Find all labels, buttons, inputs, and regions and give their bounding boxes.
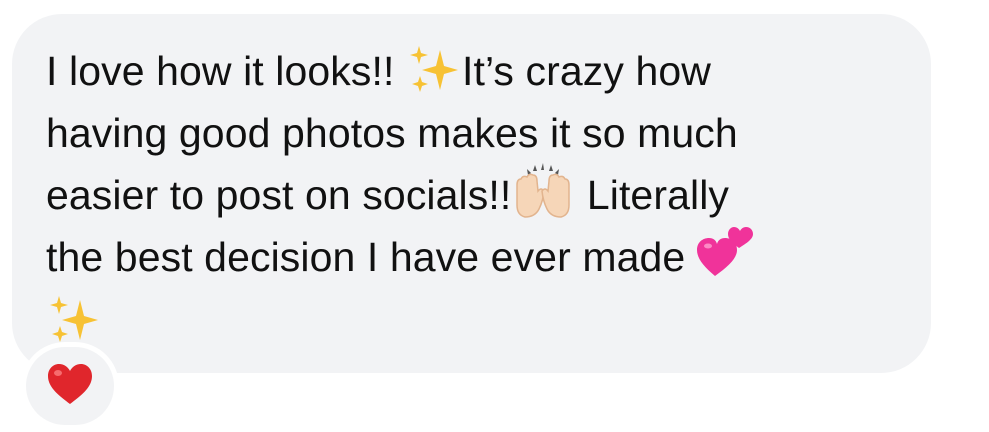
message-text-segment: the best decision I have ever made: [46, 234, 697, 280]
sparkles-icon: [406, 42, 460, 98]
message-text-segment: I love how it looks!!: [46, 48, 406, 94]
sparkles-icon: [46, 292, 100, 348]
message-line-2: having good photos makes it so much: [46, 102, 906, 164]
message-line-3: easier to post on socials!! Literally: [46, 163, 906, 226]
two-hearts-icon: [696, 224, 753, 280]
message-text-segment: It’s crazy how: [461, 48, 711, 94]
message-line-5: [46, 288, 906, 350]
message-text-segment: easier to post on socials!!: [46, 172, 512, 218]
message-line-1: I love how it looks!! It’s crazy how: [46, 40, 906, 102]
heart-reaction-badge[interactable]: [26, 347, 114, 425]
message-line-4: the best decision I have ever made: [46, 226, 906, 288]
raising-hands-icon: [511, 163, 575, 221]
message-text: I love how it looks!! It’s crazy how hav…: [46, 40, 906, 350]
message-text-segment: having good photos makes it so much: [46, 110, 738, 156]
red-heart-icon: [48, 363, 92, 409]
message-text-segment: Literally: [575, 172, 730, 218]
